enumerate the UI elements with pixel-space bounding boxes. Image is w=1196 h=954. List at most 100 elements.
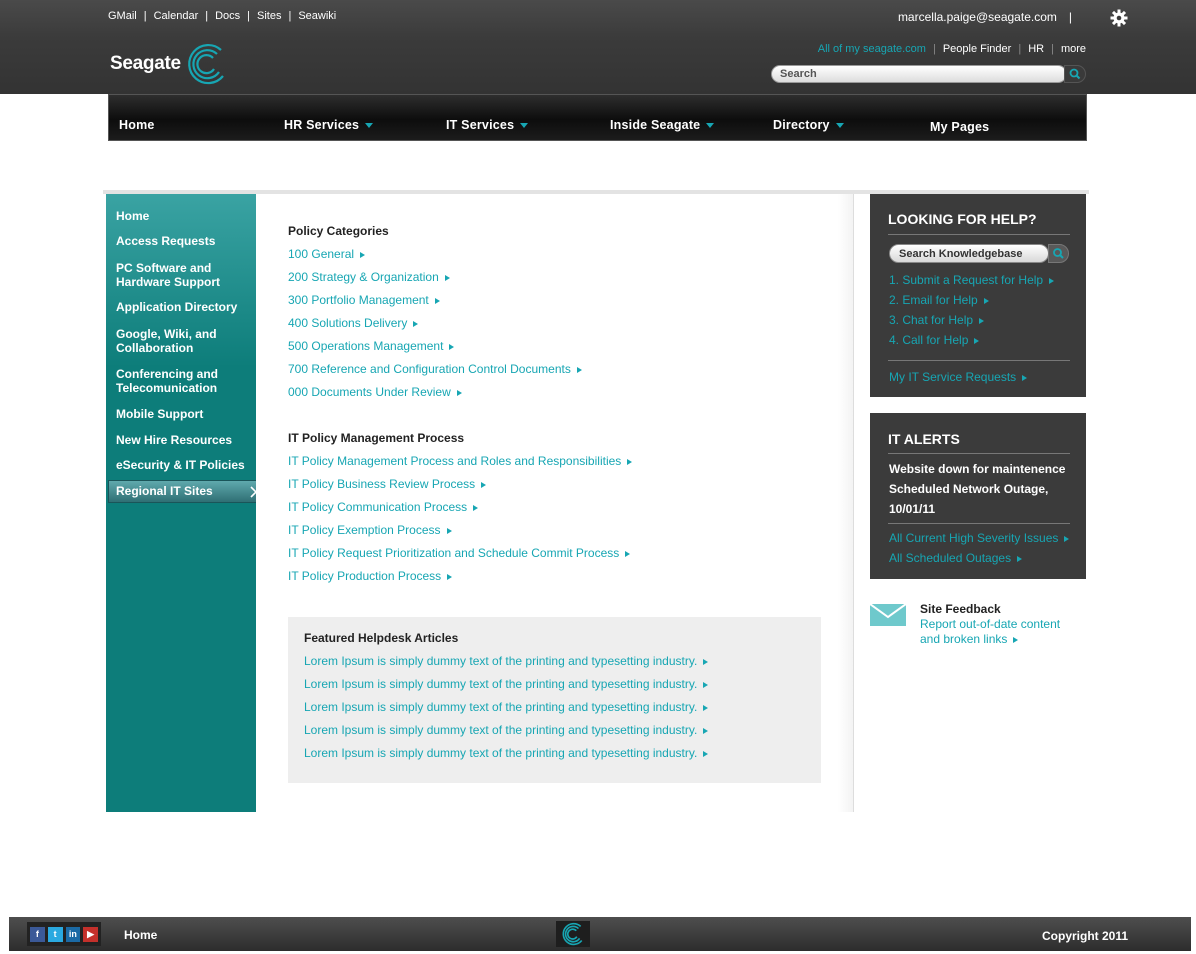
featured-link[interactable]: Lorem Ipsum is simply dummy text of the … [304,723,709,737]
featured-link[interactable]: Lorem Ipsum is simply dummy text of the … [304,746,709,760]
facebook-icon[interactable]: f [30,926,45,942]
arrow-right-icon [1049,277,1055,284]
sidebar: Home Access Requests PC Software and Har… [106,194,264,812]
nav-home[interactable]: Home [119,118,155,132]
top-link-docs[interactable]: Docs [215,10,240,22]
featured-link-label: Lorem Ipsum is simply dummy text of the … [304,654,698,668]
featured-link-label: Lorem Ipsum is simply dummy text of the … [304,700,698,714]
user-divider: | [1068,10,1072,24]
sidebar-item-new-hire[interactable]: New Hire Resources [116,433,251,447]
policy-link[interactable]: 300 Portfolio Management [288,293,440,307]
sidebar-item-esecurity[interactable]: eSecurity & IT Policies [116,458,251,472]
featured-link[interactable]: Lorem Ipsum is simply dummy text of the … [304,677,709,691]
chevron-down-icon [835,123,844,129]
featured-link-label: Lorem Ipsum is simply dummy text of the … [304,746,698,760]
process-link[interactable]: IT Policy Request Prioritization and Sch… [288,546,631,560]
help-box: LOOKING FOR HELP? Search Knowledgebase 1… [870,194,1086,397]
policy-link-label: 700 Reference and Configuration Control … [288,362,571,376]
linkedin-icon[interactable]: in [65,926,81,942]
alert-message: Scheduled Network Outage, 10/01/11 [889,482,1049,516]
top-links: GMail | Calendar | Docs | Sites | Seawiki [108,10,337,22]
alerts-link-high-severity[interactable]: All Current High Severity Issues [889,531,1070,545]
policy-link-label: 200 Strategy & Organization [288,270,439,284]
chevron-down-icon [706,123,715,129]
help-link-submit[interactable]: 1. Submit a Request for Help [889,273,1055,287]
knowledgebase-search-input[interactable]: Search Knowledgebase [889,244,1049,263]
policy-link[interactable]: 700 Reference and Configuration Control … [288,362,582,376]
sidebar-item-application-directory[interactable]: Application Directory [116,300,251,314]
help-title: LOOKING FOR HELP? [888,211,1037,227]
featured-link[interactable]: Lorem Ipsum is simply dummy text of the … [304,654,709,668]
top-link-gmail[interactable]: GMail [108,10,137,22]
help-link-call[interactable]: 4. Call for Help [889,333,980,347]
search-input[interactable]: Search [771,65,1067,83]
sidebar-item-pc-software[interactable]: PC Software and Hardware Support [116,261,231,289]
process-link-label: IT Policy Management Process and Roles a… [288,454,622,468]
sidebar-item-home[interactable]: Home [116,209,251,223]
youtube-icon[interactable]: ▶ [83,926,98,942]
arrow-right-icon [703,704,709,711]
arrow-right-icon [974,337,980,344]
arrow-right-icon [360,251,366,258]
help-link-chat[interactable]: 3. Chat for Help [889,313,985,327]
knowledgebase-search-button[interactable] [1048,244,1069,263]
alerts-link-outages[interactable]: All Scheduled Outages [889,551,1023,565]
quick-link-hr[interactable]: HR [1028,43,1044,55]
arrow-right-icon [446,527,452,534]
nav-directory[interactable]: Directory [773,118,844,132]
sidebar-item-google-wiki[interactable]: Google, Wiki, and Collaboration [116,327,226,355]
sidebar-item-conferencing[interactable]: Conferencing and Telecomunication [116,367,226,395]
site-feedback-link[interactable]: Report out-of-date content and broken li… [920,617,1080,647]
gear-icon[interactable] [1109,8,1129,28]
policy-link[interactable]: 100 General [288,247,366,261]
divider [888,360,1070,361]
process-link[interactable]: IT Policy Management Process and Roles a… [288,454,633,468]
search-icon [1053,248,1064,259]
footer: f t in ▶ Home Copyright 2011 [9,917,1191,951]
nav-it-services[interactable]: IT Services [446,118,529,132]
policy-link[interactable]: 200 Strategy & Organization [288,270,450,284]
footer-home-link[interactable]: Home [124,928,157,942]
process-link[interactable]: IT Policy Production Process [288,569,453,583]
top-link-sites[interactable]: Sites [257,10,281,22]
policy-link[interactable]: 400 Solutions Delivery [288,316,419,330]
top-link-calendar[interactable]: Calendar [154,10,199,22]
process-link-label: IT Policy Business Review Process [288,477,476,491]
quick-link-people-finder[interactable]: People Finder [943,43,1012,55]
twitter-icon[interactable]: t [47,926,63,942]
sidebar-item-mobile-support[interactable]: Mobile Support [116,407,251,421]
top-link-seawiki[interactable]: Seawiki [298,10,336,22]
nav-inside-seagate[interactable]: Inside Seagate [610,118,715,132]
help-link-email[interactable]: 2. Email for Help [889,293,989,307]
process-link[interactable]: IT Policy Business Review Process [288,477,487,491]
arrow-right-icon [449,343,455,350]
process-link-label: IT Policy Exemption Process [288,523,441,537]
process-link[interactable]: IT Policy Communication Process [288,500,479,514]
sidebar-item-regional-it[interactable]: Regional IT Sites [116,484,251,498]
divider [888,453,1070,454]
seagate-logo[interactable]: Seagate [110,42,231,86]
featured-link-label: Lorem Ipsum is simply dummy text of the … [304,677,698,691]
arrow-right-icon [983,297,989,304]
process-link-label: IT Policy Request Prioritization and Sch… [288,546,620,560]
main-nav: Home HR Services IT Services Inside Seag… [108,94,1087,141]
quick-link-more[interactable]: more [1061,43,1086,55]
search-button[interactable] [1064,65,1086,83]
policy-link[interactable]: 500 Operations Management [288,339,455,353]
quick-link-all-seagate[interactable]: All of my seagate.com [818,43,926,55]
arrow-right-icon [447,573,453,580]
arrow-right-icon [481,481,487,488]
social-icons: f t in ▶ [27,922,101,946]
policy-link[interactable]: 000 Documents Under Review [288,385,462,399]
nav-hr-services[interactable]: HR Services [284,118,374,132]
featured-link[interactable]: Lorem Ipsum is simply dummy text of the … [304,700,709,714]
user-email[interactable]: marcella.paige@seagate.com [898,10,1057,24]
nav-my-pages[interactable]: My Pages [930,120,989,134]
process-link[interactable]: IT Policy Exemption Process [288,523,452,537]
arrow-right-icon [627,458,633,465]
footer-logo[interactable] [556,921,590,947]
my-it-service-requests-link[interactable]: My IT Service Requests [889,370,1028,384]
nav-directory-label: Directory [773,118,830,132]
user-info: marcella.paige@seagate.com | [898,10,1072,24]
sidebar-item-access-requests[interactable]: Access Requests [116,234,251,248]
